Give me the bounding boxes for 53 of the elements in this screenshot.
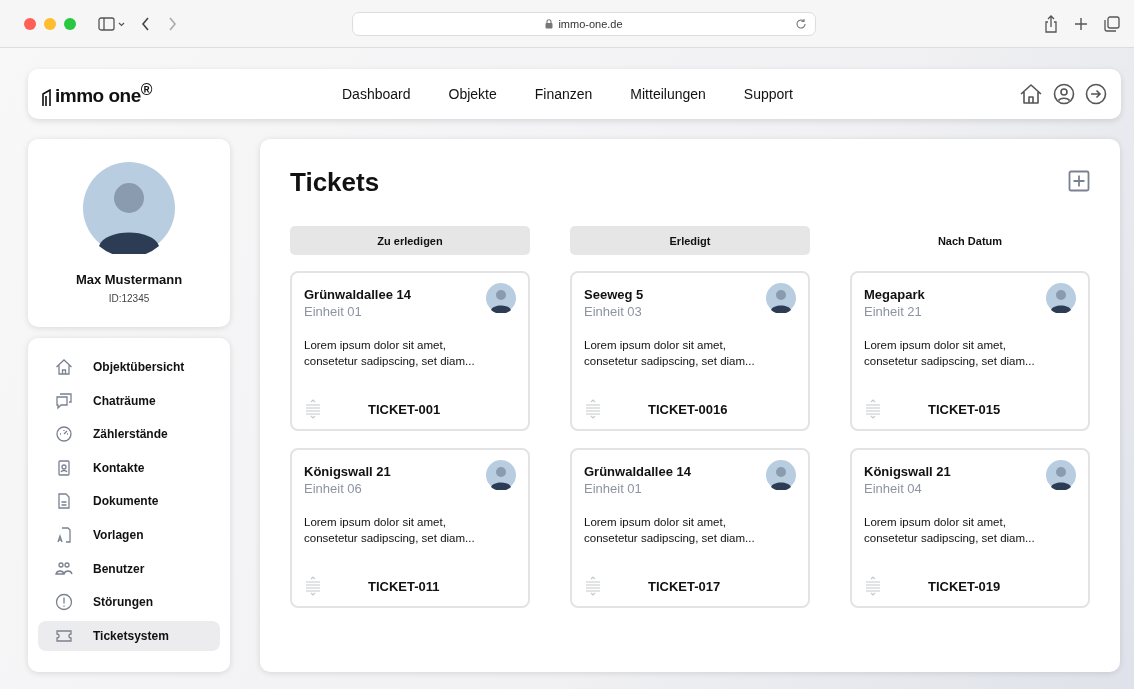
nav-link[interactable]: Mitteilungen — [630, 86, 706, 102]
ticket-card[interactable]: Seeweg 5 Einheit 03 Lorem ipsum dolor sit amet, consetetur sadipscing, set diam... TICKET-0016 — [570, 271, 810, 431]
user-name: Max Mustermann — [75, 272, 183, 287]
column-tab[interactable]: Nach Datum — [850, 226, 1090, 255]
column-tab[interactable]: Zu erledigen — [290, 226, 530, 255]
ticket-id: TICKET-001 — [368, 401, 441, 417]
url-text: immo-one.de — [558, 17, 623, 30]
ticket-address: Megapark — [864, 287, 925, 302]
sidebar-item[interactable]: Chaträume — [38, 385, 220, 416]
ticket-unit: Einheit 01 — [584, 481, 643, 496]
sidebar-item[interactable]: Vorlagen — [38, 519, 220, 550]
page-title: Tickets — [290, 167, 380, 198]
ticket-card[interactable]: Megapark Einheit 21 Lorem ipsum dolor sit amet, consetetur sadipscing, set diam... TICKET-015 — [850, 271, 1090, 431]
ticket-card[interactable]: Grünwaldallee 14 Einheit 01 Lorem ipsum dolor sit amet, consetetur sadipscing, set diam... TICKET-001 — [290, 271, 530, 431]
ticket-unit: Einheit 06 — [304, 481, 363, 496]
user-id: ID:12345 — [108, 293, 150, 304]
ticket-card[interactable]: Königswall 21 Einheit 04 Lorem ipsum dolor sit amet, consetetur sadipscing, set diam... TICKET-019 — [850, 448, 1090, 608]
ticket-card[interactable]: Grünwaldallee 14 Einheit 01 Lorem ipsum dolor sit amet, consetetur sadipscing, set diam... TICKET-017 — [570, 448, 810, 608]
ticket-address: Königswall 21 — [864, 464, 951, 479]
ticket-id: TICKET-019 — [928, 578, 1001, 594]
sidebar-item[interactable]: Ticketsystem — [38, 620, 220, 651]
ticket-unit: Einheit 21 — [864, 304, 923, 319]
ticket-unit: Einheit 03 — [584, 304, 643, 319]
ticket-description: Lorem ipsum dolor sit amet, consetetur sadipscing, set diam... — [304, 515, 476, 546]
sidebar-item[interactable]: Kontakte — [38, 452, 220, 483]
column-tab[interactable]: Erledigt — [570, 226, 810, 255]
ticket-unit: Einheit 01 — [304, 304, 363, 319]
ticket-id: TICKET-017 — [648, 578, 721, 594]
ticket-card[interactable]: Königswall 21 Einheit 06 Lorem ipsum dolor sit amet, consetetur sadipscing, set diam... TICKET-011 — [290, 448, 530, 608]
ticket-description: Lorem ipsum dolor sit amet, consetetur sadipscing, set diam... — [864, 338, 1036, 369]
sidebar-item[interactable]: Störungen — [38, 587, 220, 618]
ticket-description: Lorem ipsum dolor sit amet, consetetur sadipscing, set diam... — [864, 515, 1036, 546]
sidebar-item[interactable]: Zählerstände — [38, 419, 220, 450]
nav-link[interactable]: Objekte — [448, 86, 497, 102]
ticket-address: Seeweg 5 — [584, 287, 644, 302]
ticket-address: Königswall 21 — [304, 464, 391, 479]
ticket-address: Grünwaldallee 14 — [584, 464, 691, 479]
ticket-description: Lorem ipsum dolor sit amet, consetetur sadipscing, set diam... — [304, 338, 476, 369]
nav-link[interactable]: Support — [743, 86, 793, 102]
address-bar[interactable]: immo-one.de — [352, 11, 816, 36]
sidebar-item[interactable]: Benutzer — [38, 553, 220, 584]
nav-link[interactable]: Finanzen — [534, 86, 593, 102]
nav-link[interactable]: Dashboard — [342, 86, 411, 102]
ticket-id: TICKET-0016 — [648, 401, 728, 417]
ticket-id: TICKET-011 — [368, 578, 440, 594]
sidebar-item[interactable]: Dokumente — [38, 486, 220, 517]
ticket-description: Lorem ipsum dolor sit amet, consetetur sadipscing, set diam... — [584, 338, 756, 369]
ticket-address: Grünwaldallee 14 — [304, 287, 411, 302]
sidebar-item[interactable]: Objektübersicht — [38, 352, 220, 382]
ticket-unit: Einheit 04 — [864, 481, 923, 496]
logo-text: immo one$^{®}$ — [55, 80, 152, 108]
ticket-id: TICKET-015 — [928, 401, 1001, 417]
ticket-description: Lorem ipsum dolor sit amet, consetetur sadipscing, set diam... — [584, 515, 756, 546]
